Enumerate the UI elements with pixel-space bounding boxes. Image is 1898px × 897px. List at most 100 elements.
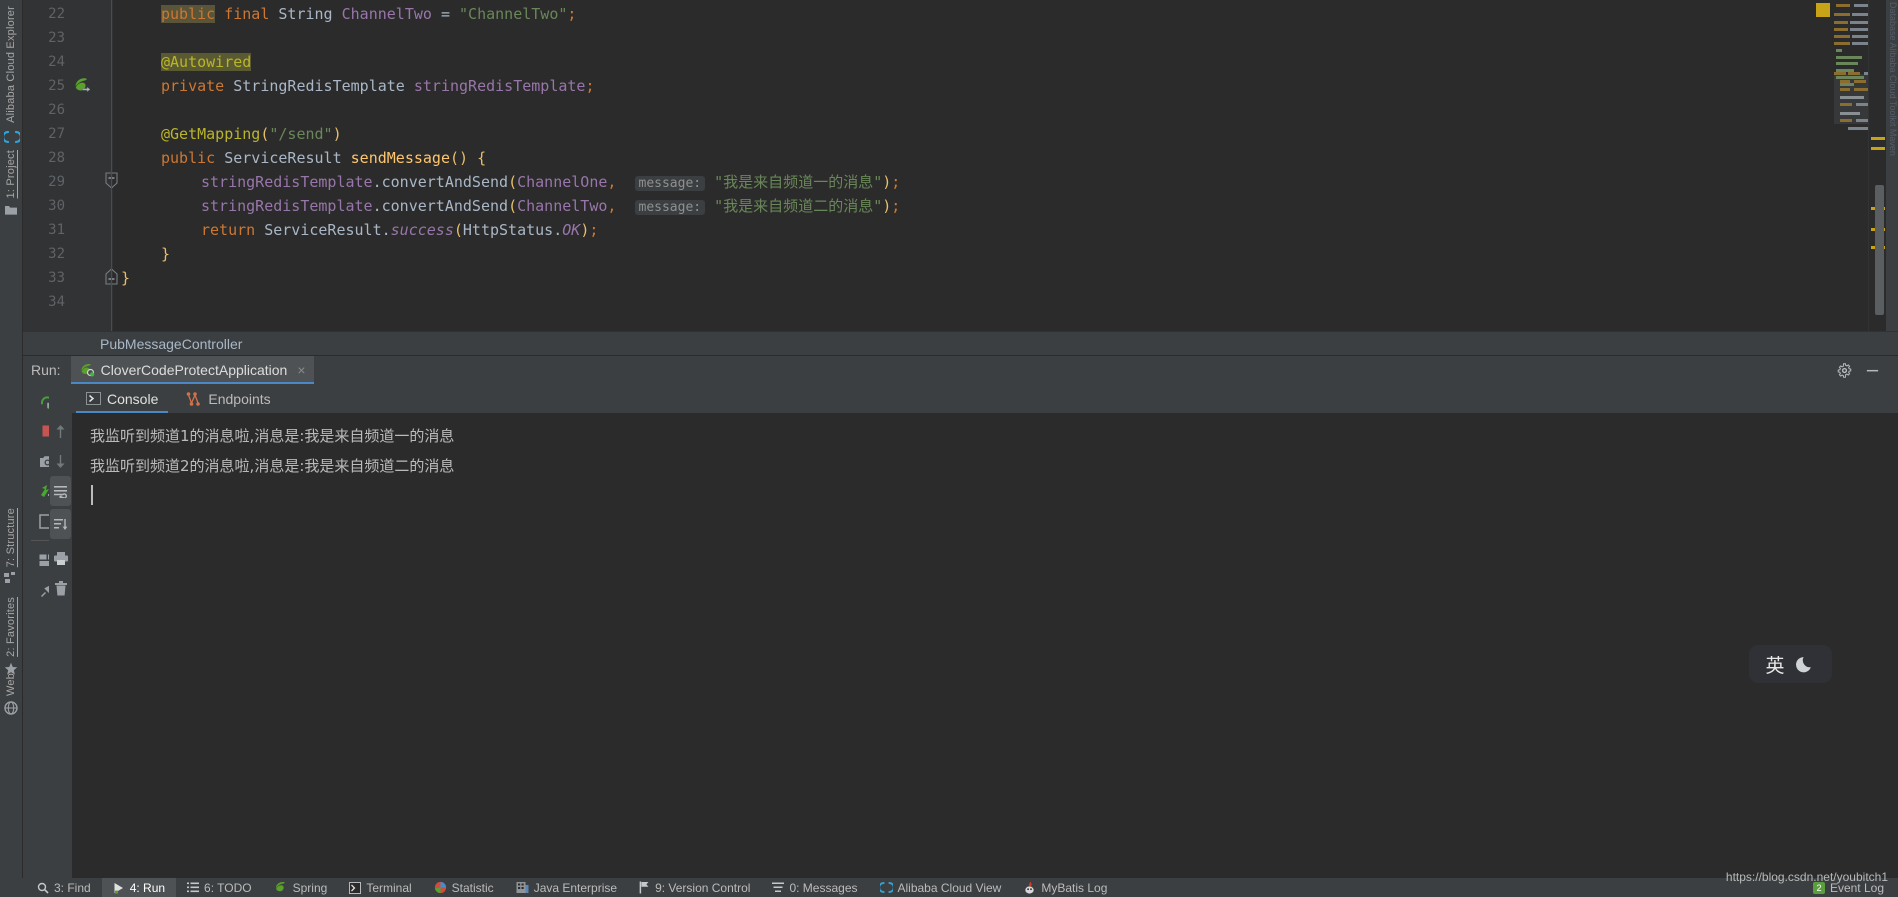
status-item-spring[interactable]: Spring: [263, 878, 339, 897]
console-icon: [86, 392, 101, 405]
line-number: 32: [25, 242, 65, 266]
breadcrumb[interactable]: PubMessageController: [23, 331, 1898, 355]
token-equals: =: [441, 5, 450, 23]
token-keyword-final: final: [224, 5, 269, 23]
scroll-up-button[interactable]: [49, 416, 72, 446]
line-number: 30: [25, 194, 65, 218]
token-arg-channeltwo: ChannelTwo: [517, 197, 607, 215]
status-item-todo[interactable]: 6: TODO: [176, 878, 263, 897]
status-item-label: Statistic: [452, 881, 494, 895]
editor-scrollbar-thumb[interactable]: [1875, 185, 1884, 315]
tab-endpoints-label: Endpoints: [208, 391, 270, 407]
code-line-25: private StringRedisTemplate stringRedisT…: [161, 74, 595, 98]
text-caret: [91, 485, 93, 505]
status-item-label: Alibaba Cloud View: [898, 881, 1002, 895]
tab-endpoints[interactable]: Endpoints: [172, 384, 284, 413]
status-item-messages[interactable]: 0: Messages: [761, 878, 868, 897]
token-string-message-one: "我是来自频道一的消息": [714, 173, 882, 191]
token-method-convertandsend: convertAndSend: [382, 197, 508, 215]
sidebar-item-project[interactable]: 1: Project: [0, 150, 23, 222]
run-configuration-tab[interactable]: CloverCodeProtectApplication ×: [71, 356, 314, 385]
status-item-label: 9: Version Control: [655, 881, 750, 895]
line-number: 26: [25, 98, 65, 122]
moon-icon[interactable]: [1796, 654, 1816, 674]
status-item-version-control[interactable]: 9: Version Control: [628, 878, 761, 897]
sidebar-item-favorites[interactable]: 2: Favorites: [0, 597, 23, 681]
line-number: 34: [25, 290, 65, 314]
code-line-24: @Autowired: [161, 50, 251, 74]
console-side-toolbar: [49, 384, 72, 878]
sidebar-item-label: 7: Structure: [0, 508, 23, 567]
clear-all-button[interactable]: [49, 573, 72, 603]
print-button[interactable]: [49, 543, 72, 573]
line-number: 31: [25, 218, 65, 242]
token-method-sendmessage: sendMessage: [351, 149, 450, 167]
token-semicolon: ;: [891, 173, 900, 191]
status-item-label: 0: Messages: [789, 881, 857, 895]
ime-status-badge[interactable]: 英: [1749, 645, 1832, 683]
status-item-find[interactable]: 3: Find: [26, 878, 102, 897]
code-editor[interactable]: 22 23 24 25 26 27 28 29 30 31 32 33 34: [23, 0, 1898, 331]
code-line-30: stringRedisTemplate.convertAndSend(Chann…: [201, 194, 900, 218]
sidebar-item-web[interactable]: Web: [0, 673, 23, 720]
token-keyword-public: public: [161, 5, 215, 23]
code-minimap[interactable]: [1786, 0, 1868, 331]
close-icon[interactable]: ×: [297, 362, 305, 378]
minimize-button[interactable]: [1858, 356, 1886, 385]
cloud-icon: [880, 881, 893, 894]
code-text[interactable]: public final String ChannelTwo = "Channe…: [113, 0, 1898, 331]
param-hint-message: message:: [635, 176, 706, 191]
terminal-icon: [349, 882, 361, 894]
sidebar-item-structure[interactable]: 7: Structure: [0, 508, 23, 591]
token-annotation-autowired: @Autowired: [161, 53, 251, 71]
code-line-28: public ServiceResult sendMessage() {: [161, 146, 486, 170]
status-item-run[interactable]: 4: Run: [102, 878, 176, 897]
cloud-icon: [4, 129, 20, 145]
code-line-22: public final String ChannelTwo = "Channe…: [161, 2, 576, 26]
code-line-31: return ServiceResult.success(HttpStatus.…: [201, 218, 598, 242]
line-number: 28: [25, 146, 65, 170]
code-line-27: @GetMapping("/send"): [161, 122, 342, 146]
structure-icon: [4, 572, 20, 588]
console-output[interactable]: 我监听到频道1的消息啦,消息是:我是来自频道一的消息 我监听到频道2的消息啦,消…: [72, 413, 1898, 878]
status-bar: 3: Find 4: Run 6: TODO: [0, 878, 1898, 897]
token-type-string: String: [278, 5, 332, 23]
console-subtab-bar: Console Endpoints: [72, 384, 1898, 413]
status-item-java-enterprise[interactable]: Java Enterprise: [505, 878, 628, 897]
status-item-mybatis-log[interactable]: MyBatis Log: [1012, 878, 1118, 897]
token-keyword-public: public: [161, 149, 215, 167]
editor-gutter[interactable]: 22 23 24 25 26 27 28 29 30 31 32 33 34: [23, 0, 113, 331]
java-enterprise-icon: [516, 881, 529, 894]
endpoints-icon: [186, 392, 202, 406]
spring-bean-icon[interactable]: [73, 76, 92, 95]
token-field-channeltwo: ChannelTwo: [342, 5, 432, 23]
status-item-terminal[interactable]: Terminal: [338, 878, 422, 897]
sidebar-item-label: Web: [0, 673, 23, 696]
gear-icon: [1837, 363, 1852, 378]
soft-wrap-button[interactable]: [50, 476, 71, 506]
run-configuration-name: CloverCodeProtectApplication: [101, 362, 288, 378]
scroll-down-button[interactable]: [49, 446, 72, 476]
token-brace-close: }: [121, 269, 130, 287]
trash-icon: [54, 581, 68, 596]
token-field-stringredistemplate: stringRedisTemplate: [201, 173, 373, 191]
status-item-statistic[interactable]: Statistic: [423, 878, 505, 897]
spring-run-icon: [79, 362, 95, 378]
console-line: 我监听到频道1的消息啦,消息是:我是来自频道一的消息: [90, 421, 1898, 451]
token-field-stringredistemplate: stringRedisTemplate: [414, 77, 586, 95]
token-type-serviceresult: ServiceResult: [224, 149, 341, 167]
settings-button[interactable]: [1830, 356, 1858, 385]
token-string-channeltwo: "ChannelTwo": [459, 5, 567, 23]
sidebar-item-alibaba-cloud-explorer[interactable]: Alibaba Cloud Explorer: [0, 6, 23, 148]
version-control-icon: [639, 881, 650, 894]
status-item-label: 6: TODO: [204, 881, 252, 895]
token-string-message-two: "我是来自频道二的消息": [714, 197, 882, 215]
folder-icon: [4, 203, 20, 219]
token-type-serviceresult: ServiceResult: [264, 221, 381, 239]
tab-console[interactable]: Console: [72, 384, 172, 413]
line-number: 23: [25, 26, 65, 50]
console-line: 我监听到频道2的消息啦,消息是:我是来自频道二的消息: [90, 451, 1898, 481]
minimize-icon: [1865, 363, 1880, 378]
scroll-to-end-button[interactable]: [50, 509, 71, 539]
status-item-alibaba-cloud-view[interactable]: Alibaba Cloud View: [869, 878, 1013, 897]
